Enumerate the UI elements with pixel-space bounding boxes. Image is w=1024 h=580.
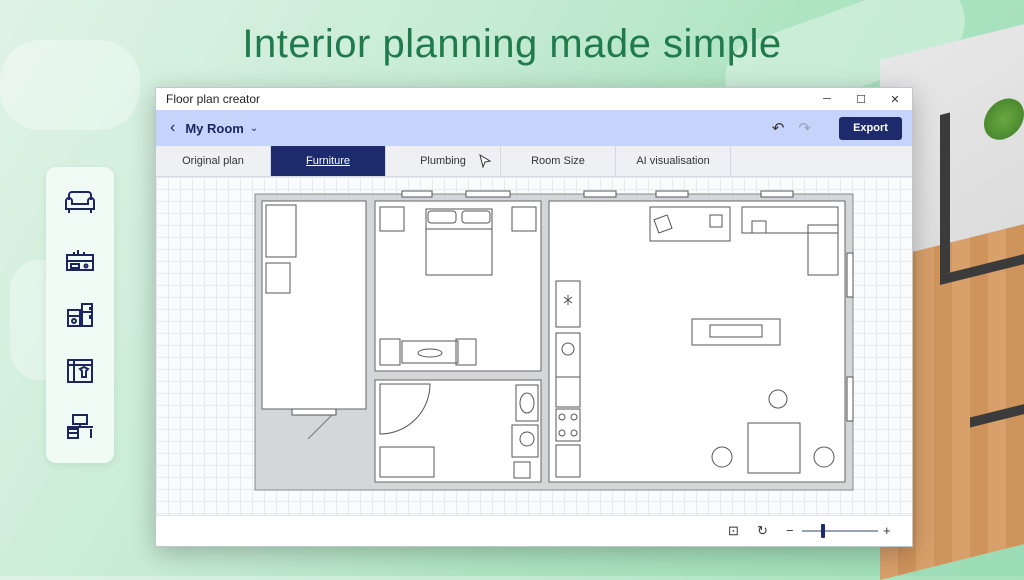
back-icon[interactable]: ‹ xyxy=(170,119,175,137)
zoom-slider[interactable] xyxy=(802,530,878,532)
window-title: Floor plan creator xyxy=(166,92,261,106)
minimize-button[interactable]: ─ xyxy=(810,88,844,110)
export-button[interactable]: Export xyxy=(839,116,902,140)
wardrobe-category-button[interactable] xyxy=(60,351,100,391)
zoom-slider-thumb[interactable] xyxy=(821,524,825,538)
floor-plan-canvas[interactable] xyxy=(156,177,912,515)
furniture-category-sidebar xyxy=(46,167,114,463)
tab-plumbing[interactable]: Plumbing xyxy=(386,146,501,176)
tab-ai-visualisation[interactable]: AI visualisation xyxy=(616,146,731,176)
appliances-category-button[interactable] xyxy=(60,295,100,335)
tab-original-plan[interactable]: Original plan xyxy=(156,146,271,176)
tab-bar: Original plan Furniture Plumbing Room Si… xyxy=(156,146,912,177)
sofa-icon xyxy=(65,191,95,213)
room-name[interactable]: My Room xyxy=(185,121,244,136)
title-bar: Floor plan creator ─ ☐ ✕ xyxy=(156,88,912,110)
mouse-cursor-icon xyxy=(479,154,492,168)
undo-icon[interactable]: ↶ xyxy=(772,119,785,137)
redo-icon[interactable]: ↷ xyxy=(798,119,811,137)
tab-furniture[interactable]: Furniture xyxy=(271,146,386,176)
toolbar: ‹ My Room ⌄ ↶ ↷ Export xyxy=(156,110,912,146)
zoom-out-icon[interactable]: − xyxy=(786,523,794,538)
chevron-down-icon[interactable]: ⌄ xyxy=(250,123,258,134)
tab-plumbing-label: Plumbing xyxy=(420,155,466,167)
floor-plan xyxy=(254,190,854,491)
wardrobe-icon xyxy=(67,359,93,383)
room-left xyxy=(261,200,367,410)
fit-to-screen-icon[interactable]: ⊡ xyxy=(728,523,739,539)
rotate-icon[interactable]: ↻ xyxy=(757,523,768,539)
app-window: Floor plan creator ─ ☐ ✕ ‹ My Room ⌄ ↶ ↷… xyxy=(155,87,913,547)
office-category-button[interactable] xyxy=(60,407,100,447)
desk-icon xyxy=(67,414,93,439)
kitchen-category-button[interactable] xyxy=(60,239,100,279)
plant-icon xyxy=(984,94,1024,145)
close-button[interactable]: ✕ xyxy=(878,88,912,110)
room-living xyxy=(548,200,846,483)
sofa-category-button[interactable] xyxy=(60,183,100,223)
maximize-button[interactable]: ☐ xyxy=(844,88,878,110)
tab-room-size[interactable]: Room Size xyxy=(501,146,616,176)
status-bar: ⊡ ↻ − + xyxy=(156,515,912,546)
headline: Interior planning made simple xyxy=(242,22,782,66)
kitchen-stove-icon xyxy=(66,250,94,271)
appliances-icon xyxy=(67,303,93,327)
zoom-in-icon[interactable]: + xyxy=(883,523,891,538)
